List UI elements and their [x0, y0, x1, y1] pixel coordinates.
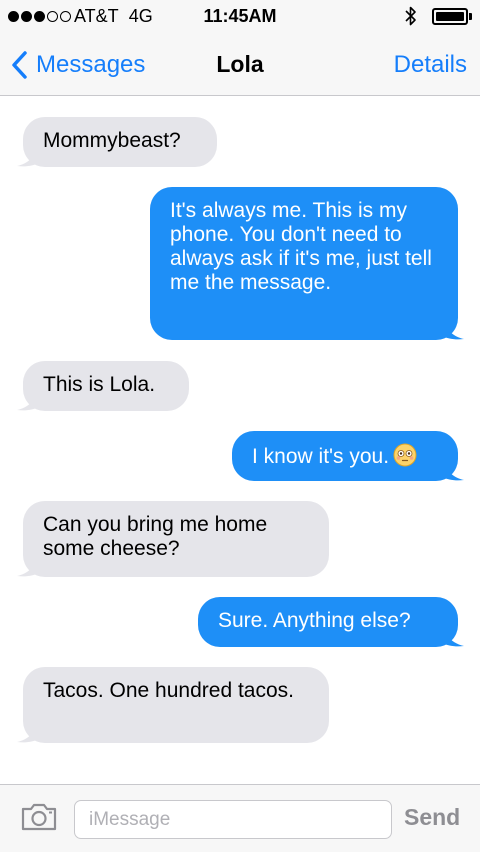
bubble-tail [442, 627, 464, 647]
message-text: Tacos. One hundred tacos. [43, 679, 294, 702]
flushed-face-emoji [393, 443, 417, 467]
bubble-tail [17, 723, 39, 743]
message-bubble-received[interactable]: Tacos. One hundred tacos. [17, 667, 329, 743]
camera-icon[interactable] [20, 802, 58, 832]
status-bar: AT&T 4G 11:45AM [0, 0, 480, 34]
battery-tip [469, 13, 472, 20]
details-button[interactable]: Details [394, 51, 467, 79]
back-button-label: Messages [36, 51, 146, 78]
bubble-tail [442, 320, 464, 340]
message-text: Can you bring me home some cheese? [43, 513, 268, 560]
nav-bar: Messages Lola Details [0, 34, 480, 96]
message-text: This is Lola. [43, 373, 156, 396]
battery-icon [432, 8, 468, 25]
bubble-tail [442, 461, 464, 481]
message-text: Mommybeast? [43, 129, 181, 152]
message-bubble-sent[interactable]: It's always me. This is my phone. You do… [150, 187, 464, 340]
message-bubble-sent[interactable]: Sure. Anything else? [198, 597, 464, 647]
message-text: Sure. Anything else? [218, 609, 411, 632]
message-text: It's always me. This is my phone. You do… [170, 199, 432, 294]
message-input[interactable] [74, 800, 392, 839]
message-bubble-received[interactable]: This is Lola. [17, 361, 189, 411]
back-button[interactable]: Messages [10, 48, 145, 82]
bubble-tail [17, 147, 39, 167]
bluetooth-icon [405, 6, 416, 26]
bubble-tail [17, 391, 39, 411]
message-text: I know it's you. [252, 445, 390, 468]
bubble-tail [17, 557, 39, 577]
messages-screen: AT&T 4G 11:45AM Messages Lola Details Mo… [0, 0, 480, 852]
message-bubble-received[interactable]: Can you bring me home some cheese? [17, 501, 329, 577]
message-bubble-received[interactable]: Mommybeast? [17, 117, 217, 167]
send-button[interactable]: Send [404, 804, 460, 831]
message-bubble-sent[interactable]: I know it's you. [232, 431, 464, 481]
message-composer: Send [0, 784, 480, 852]
chevron-left-icon [12, 51, 27, 79]
